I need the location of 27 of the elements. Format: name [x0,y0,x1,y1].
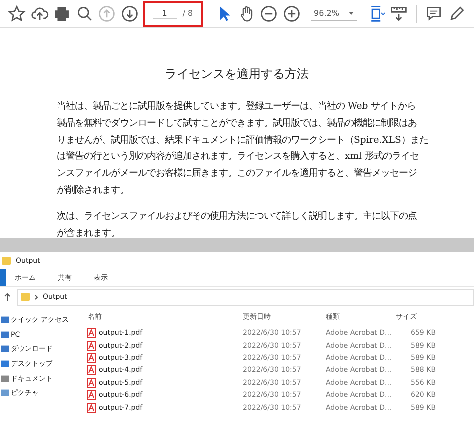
page-total: / 8 [182,9,194,18]
ruler-icon [390,4,408,22]
paragraph: 次は、ライセンスファイルおよびその使用方法について詳しく説明します。主に以下の点 が含まれます。 [57,210,418,241]
up-arrow-icon[interactable] [4,293,11,301]
comment-icon [425,4,444,22]
pen-icon [448,4,466,22]
pdf-file-icon [87,352,96,363]
toolbar-button[interactable] [6,2,28,24]
caret-icon [349,12,354,14]
pdf-file-icon [87,402,96,413]
star-icon [8,4,26,22]
pdf-file-icon [87,365,96,376]
folder-icon [21,293,30,301]
chevron-icon [35,294,38,300]
document-title: ライセンスを適用する方法 [164,66,310,83]
search-icon [76,4,94,22]
zoom-out-icon [260,4,278,22]
folder-icon [2,256,11,264]
pdf-file-icon [87,328,96,338]
page-number-field[interactable]: 1 [152,8,177,18]
cloud-upload-icon [30,4,49,22]
paragraph: 当社は、製品ごとに試用版を提供しています。登録ユーザーは、当社の Web サイトから 製品を無料でダウンロードして試すことができます。試用版では、製品の機能に制限はあ りませんが、試用版では、結果ドキュメントに評価情報のワークシート（Spire.XLS）また は警告の行という別の内容が追加されます。ライセンスを購入すると、xml 形式のライセ ンスファイルがメールでお客様に届きます。このファイルを適用すると、警告メッセージ が削除されます。 [57,100,430,198]
pdf-file-icon [87,390,96,400]
pdf-file-icon [87,340,96,351]
zoom-dropdown[interactable]: 96.2% [311,6,358,20]
pdf-file-icon [87,378,96,388]
zoom-in-icon [282,4,301,22]
